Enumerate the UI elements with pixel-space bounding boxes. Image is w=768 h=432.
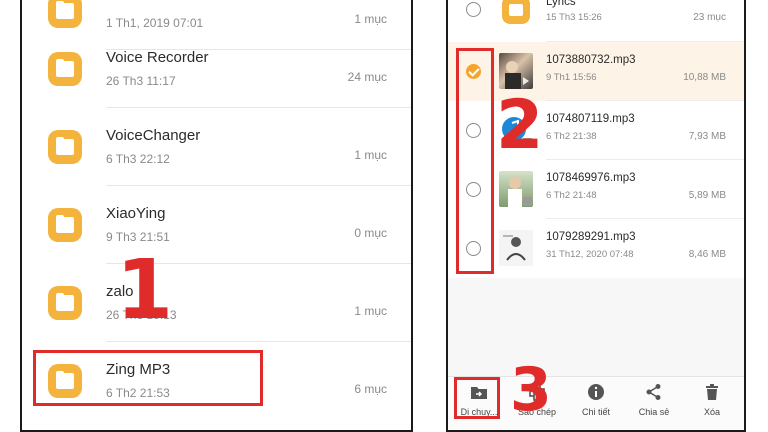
details-button[interactable]: Chi tiết xyxy=(567,383,625,417)
folder-item-count: 0 mục xyxy=(354,226,387,240)
folder-row-zalo[interactable]: zalo 26 Th3 15:13 1 mục xyxy=(22,264,411,342)
folder-row-xiaoying[interactable]: XiaoYing 9 Th3 21:51 0 mục xyxy=(22,186,411,264)
bottom-action-toolbar: Di chuy... Sao chép Chi tiết Chia sẻ Xóa xyxy=(448,376,744,430)
album-art-thumbnail xyxy=(499,53,533,89)
details-label: Chi tiết xyxy=(581,407,610,417)
folder-date: 26 Th3 11:17 xyxy=(106,74,176,88)
folder-item-count: 6 mục xyxy=(354,382,387,396)
folder-icon xyxy=(48,0,82,28)
share-label: Chia sẻ xyxy=(638,407,670,417)
file-date: 9 Th1 15:56 xyxy=(546,72,597,83)
folder-item-count: 23 mục xyxy=(693,12,726,23)
folder-row-voicechanger[interactable]: VoiceChanger 6 Th3 22:12 1 mục xyxy=(22,108,411,186)
folder-item-count: 1 mục xyxy=(354,12,387,26)
file-size: 8,46 MB xyxy=(688,249,726,260)
delete-button[interactable]: Xóa xyxy=(683,383,741,417)
file-size: 10,88 MB xyxy=(683,72,726,83)
folder-item-count: 1 mục xyxy=(354,304,387,318)
step-number-2: 2 xyxy=(496,86,544,165)
file-date: 6 Th2 21:48 xyxy=(546,190,597,201)
highlight-box-checkboxes xyxy=(456,48,494,274)
file-date: 6 Th2 21:38 xyxy=(546,131,597,142)
folder-icon xyxy=(48,286,82,320)
highlight-box-zing-mp3 xyxy=(33,350,263,406)
step-number-1: 1 xyxy=(116,243,174,338)
folder-row-voice-recorder[interactable]: Voice Recorder 26 Th3 11:17 24 mục xyxy=(22,30,411,108)
play-icon xyxy=(505,61,529,89)
file-size: 7,93 MB xyxy=(688,131,726,142)
folder-icon xyxy=(48,208,82,242)
delete-label: Xóa xyxy=(703,407,720,417)
info-icon xyxy=(588,384,604,400)
folder-item-count: 1 mục xyxy=(354,148,387,162)
folder-date: 1 Th1, 2019 07:01 xyxy=(106,16,204,30)
folder-date: 9 Th3 21:51 xyxy=(106,230,170,244)
share-button[interactable]: Chia sẻ xyxy=(625,383,683,417)
file-manager-folder-list: 1 Th1, 2019 07:01 1 mục Voice Recorder 2… xyxy=(20,0,413,432)
share-icon xyxy=(646,384,661,400)
checkbox[interactable] xyxy=(466,2,481,17)
folder-icon xyxy=(48,52,82,86)
file-name: 1079289291.mp3 xyxy=(546,231,636,243)
folder-name: VoiceChanger xyxy=(106,127,201,144)
file-date: 31 Th12, 2020 07:48 xyxy=(546,249,634,260)
file-manager-file-list: Lyrics 15 Th3 15:26 23 mục 1073880732.mp… xyxy=(446,0,746,432)
folder-date: 6 Th3 22:12 xyxy=(106,152,170,166)
highlight-box-move-button xyxy=(454,377,500,419)
trash-icon xyxy=(706,384,718,400)
file-name: 1078469976.mp3 xyxy=(546,172,636,184)
file-name: 1073880732.mp3 xyxy=(546,54,636,66)
folder-name: XiaoYing xyxy=(106,205,166,222)
folder-item-count: 24 mục xyxy=(347,70,387,84)
folder-name: Voice Recorder xyxy=(106,49,209,66)
step-number-3: 3 xyxy=(510,355,552,425)
album-art-thumbnail xyxy=(499,230,533,266)
list-item-lyrics-folder[interactable]: Lyrics 15 Th3 15:26 23 mục xyxy=(448,0,744,42)
folder-name: Lyrics xyxy=(546,0,576,8)
album-art-thumbnail xyxy=(499,171,533,207)
folder-icon xyxy=(48,130,82,164)
file-size: 5,89 MB xyxy=(688,190,726,201)
file-name: 1074807119.mp3 xyxy=(546,113,635,125)
folder-date: 15 Th3 15:26 xyxy=(546,12,602,23)
folder-icon xyxy=(502,0,530,24)
